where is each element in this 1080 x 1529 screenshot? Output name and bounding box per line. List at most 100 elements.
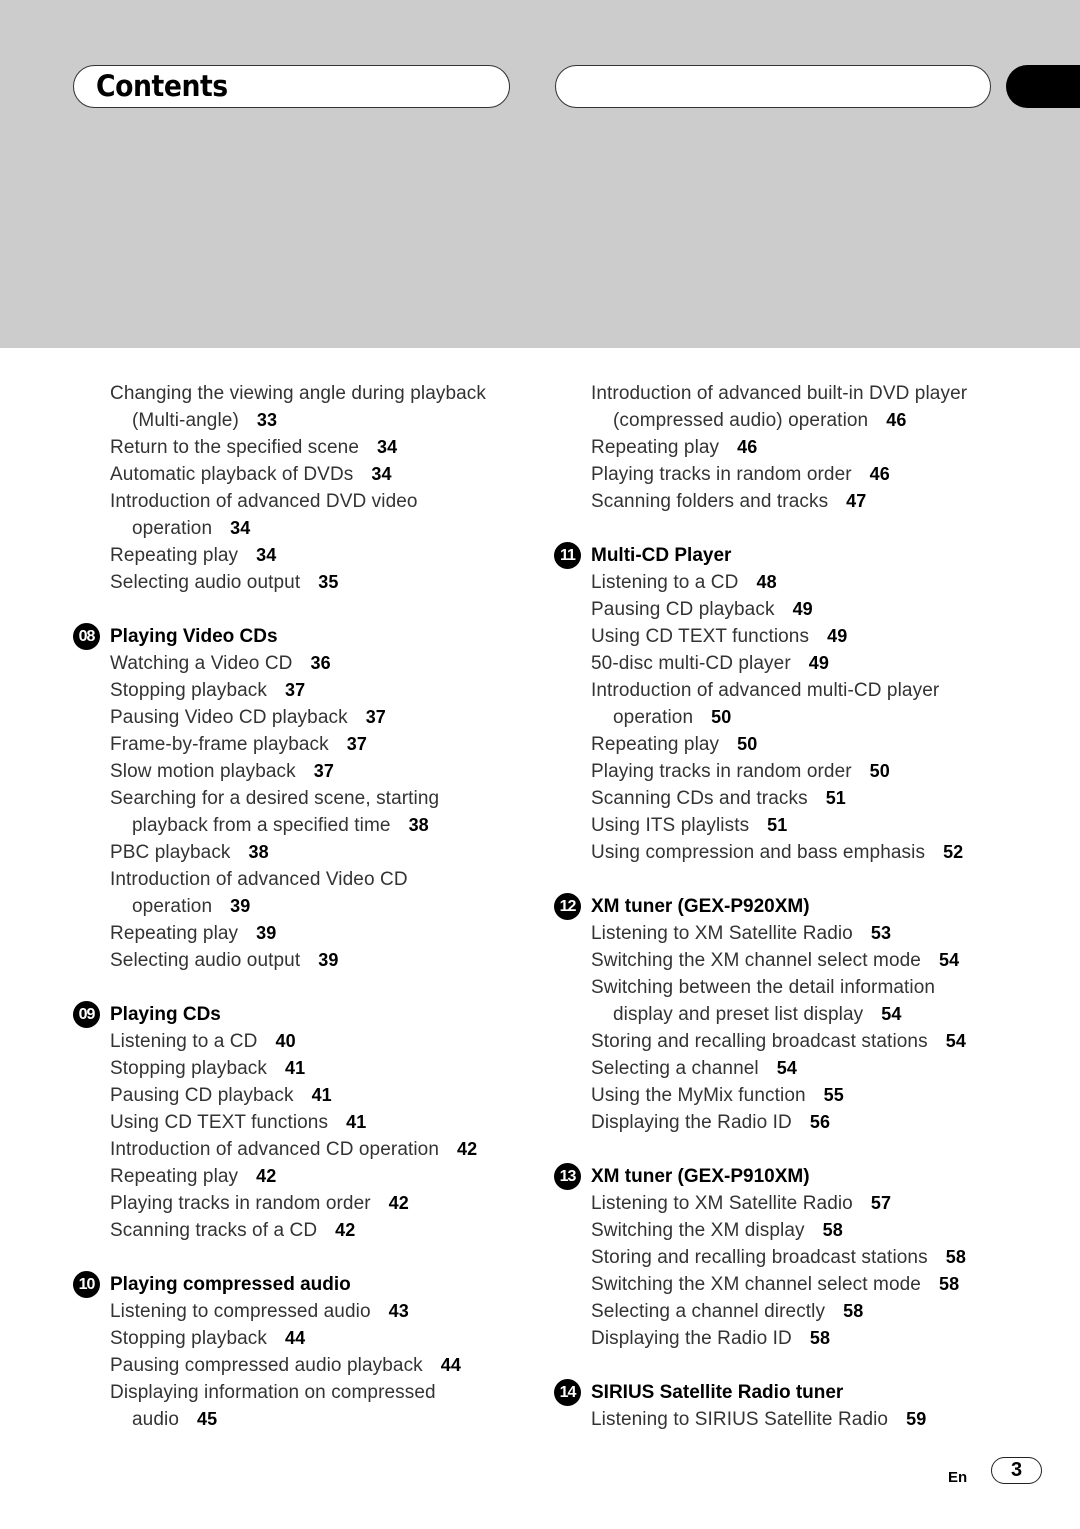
toc-entry[interactable]: Slow motion playback 37 bbox=[110, 758, 533, 785]
toc-entry[interactable]: Playing tracks in random order 50 bbox=[591, 758, 1034, 785]
toc-entry[interactable]: Repeating play 42 bbox=[110, 1163, 533, 1190]
toc-entry[interactable]: Watching a Video CD 36 bbox=[110, 650, 533, 677]
toc-page-number: 39 bbox=[230, 896, 251, 916]
toc-entry[interactable]: Introduction of advanced CD operation 42 bbox=[110, 1136, 533, 1163]
toc-entry[interactable]: Introduction of advanced DVD video operat… bbox=[110, 488, 533, 542]
toc-page-number: 54 bbox=[776, 1058, 797, 1078]
toc-entry-line: Introduction of advanced DVD video bbox=[110, 488, 533, 515]
toc-entry[interactable]: Repeating play 34 bbox=[110, 542, 533, 569]
toc-entry[interactable]: Stopping playback 44 bbox=[110, 1325, 533, 1352]
title-pill: Contents bbox=[73, 65, 510, 108]
toc-entry[interactable]: Listening to a CD 40 bbox=[110, 1028, 533, 1055]
toc-page-number: 41 bbox=[284, 1058, 306, 1078]
toc-entry[interactable]: Repeating play 39 bbox=[110, 920, 533, 947]
toc-entry[interactable]: Listening to a CD 48 bbox=[591, 569, 1034, 596]
toc-entry[interactable]: Listening to SIRIUS Satellite Radio 59 bbox=[591, 1406, 1034, 1433]
toc-entry-line: Using CD TEXT functions 49 bbox=[591, 623, 1034, 650]
toc-entry-line: Using compression and bass emphasis 52 bbox=[591, 839, 1034, 866]
toc-entry[interactable]: Displaying the Radio ID 58 bbox=[591, 1325, 1034, 1352]
toc-entry[interactable]: Automatic playback of DVDs 34 bbox=[110, 461, 533, 488]
toc-entry-line: Selecting a channel 54 bbox=[591, 1055, 1034, 1082]
toc-entry[interactable]: Displaying the Radio ID 56 bbox=[591, 1109, 1034, 1136]
toc-entry[interactable]: Using CD TEXT functions 41 bbox=[110, 1109, 533, 1136]
toc-page-number: 34 bbox=[377, 437, 398, 457]
toc-entry[interactable]: Stopping playback 37 bbox=[110, 677, 533, 704]
section-tab-marker bbox=[1006, 65, 1080, 108]
toc-page-number: 44 bbox=[284, 1328, 306, 1348]
toc-entry[interactable]: Introduction of advanced built-in DVD pl… bbox=[591, 380, 1034, 434]
toc-entry[interactable]: Displaying information on compressed audi… bbox=[110, 1379, 533, 1433]
toc-page-number: 39 bbox=[318, 950, 339, 970]
toc-entry-line: Scanning folders and tracks 47 bbox=[591, 488, 1034, 515]
toc-entry-text: 50-disc multi-CD player bbox=[591, 653, 791, 674]
toc-entry[interactable]: Repeating play 46 bbox=[591, 434, 1034, 461]
toc-entry-line: Repeating play 39 bbox=[110, 920, 533, 947]
section-heading[interactable]: 13 XM tuner (GEX-P910XM) bbox=[554, 1163, 1034, 1190]
toc-entry[interactable]: Frame-by-frame playback 37 bbox=[110, 731, 533, 758]
toc-entry[interactable]: Storing and recalling broadcast stations… bbox=[591, 1244, 1034, 1271]
section-heading[interactable]: 10 Playing compressed audio bbox=[73, 1271, 533, 1298]
toc-entry[interactable]: Stopping playback 41 bbox=[110, 1055, 533, 1082]
toc-entry-text: Selecting audio output bbox=[110, 950, 301, 971]
toc-entry[interactable]: Switching the XM display 58 bbox=[591, 1217, 1034, 1244]
toc-entry-line: Selecting audio output 35 bbox=[110, 569, 533, 596]
toc-entry-text: Changing the viewing angle during playba… bbox=[110, 383, 487, 404]
toc-entry[interactable]: Selecting a channel 54 bbox=[591, 1055, 1034, 1082]
toc-entry[interactable]: Scanning CDs and tracks 51 bbox=[591, 785, 1034, 812]
toc-entry-text: Storing and recalling broadcast stations bbox=[591, 1247, 928, 1268]
toc-page-number: 49 bbox=[792, 599, 813, 619]
toc-entry[interactable]: Pausing CD playback 49 bbox=[591, 596, 1034, 623]
toc-entry[interactable]: Listening to compressed audio 43 bbox=[110, 1298, 533, 1325]
toc-entry[interactable]: Changing the viewing angle during playba… bbox=[110, 380, 533, 434]
toc-entry-line: Using ITS playlists 51 bbox=[591, 812, 1034, 839]
toc-entry[interactable]: Using the MyMix function 55 bbox=[591, 1082, 1034, 1109]
toc-entry[interactable]: Pausing Video CD playback 37 bbox=[110, 704, 533, 731]
toc-entry[interactable]: Introduction of advanced Video CD operati… bbox=[110, 866, 533, 920]
toc-entry-line: playback from a specified time 38 bbox=[110, 812, 533, 839]
section-heading[interactable]: 14 SIRIUS Satellite Radio tuner bbox=[554, 1379, 1034, 1406]
toc-entry[interactable]: Using compression and bass emphasis 52 bbox=[591, 839, 1034, 866]
toc-section: 10 Playing compressed audio Listening to c… bbox=[73, 1271, 533, 1433]
section-heading[interactable]: 08 Playing Video CDs bbox=[73, 623, 533, 650]
toc-entry[interactable]: Playing tracks in random order 42 bbox=[110, 1190, 533, 1217]
section-heading[interactable]: 09 Playing CDs bbox=[73, 1001, 533, 1028]
toc-entry[interactable]: Switching between the detail information… bbox=[591, 974, 1034, 1028]
toc-section: 14 SIRIUS Satellite Radio tuner Listening … bbox=[554, 1379, 1034, 1433]
toc-entry[interactable]: Pausing compressed audio playback 44 bbox=[110, 1352, 533, 1379]
toc-entry[interactable]: Using ITS playlists 51 bbox=[591, 812, 1034, 839]
toc-entry-line: operation 34 bbox=[110, 515, 533, 542]
toc-entry[interactable]: Repeating play 50 bbox=[591, 731, 1034, 758]
toc-entry[interactable]: Return to the specified scene 34 bbox=[110, 434, 533, 461]
toc-entry[interactable]: Pausing CD playback 41 bbox=[110, 1082, 533, 1109]
toc-page-number: 58 bbox=[822, 1220, 843, 1240]
toc-entry[interactable]: Listening to XM Satellite Radio 53 bbox=[591, 920, 1034, 947]
toc-entry[interactable]: 50-disc multi-CD player 49 bbox=[591, 650, 1034, 677]
toc-entry[interactable]: Switching the XM channel select mode 58 bbox=[591, 1271, 1034, 1298]
toc-entry[interactable]: Switching the XM channel select mode 54 bbox=[591, 947, 1034, 974]
toc-entry[interactable]: Storing and recalling broadcast stations… bbox=[591, 1028, 1034, 1055]
toc-entry[interactable]: Playing tracks in random order 46 bbox=[591, 461, 1034, 488]
toc-entry-line: Selecting a channel directly 58 bbox=[591, 1298, 1034, 1325]
toc-entry-text: Repeating play bbox=[591, 437, 720, 458]
toc-entry[interactable]: Selecting audio output 39 bbox=[110, 947, 533, 974]
toc-entry[interactable]: Scanning tracks of a CD 42 bbox=[110, 1217, 533, 1244]
toc-entry[interactable]: Using CD TEXT functions 49 bbox=[591, 623, 1034, 650]
toc-entry[interactable]: Selecting audio output 35 bbox=[110, 569, 533, 596]
section-heading[interactable]: 11 Multi-CD Player bbox=[554, 542, 1034, 569]
toc-page-number: 50 bbox=[711, 707, 732, 727]
toc-entry[interactable]: Selecting a channel directly 58 bbox=[591, 1298, 1034, 1325]
toc-entry[interactable]: Scanning folders and tracks 47 bbox=[591, 488, 1034, 515]
toc-page-number: 58 bbox=[938, 1274, 960, 1294]
toc-entry-text: display and preset list display bbox=[613, 1004, 864, 1025]
chapter-number-badge: 14 bbox=[554, 1379, 581, 1406]
toc-entry[interactable]: Listening to XM Satellite Radio 57 bbox=[591, 1190, 1034, 1217]
toc-page-number: 37 bbox=[346, 734, 367, 754]
toc-entry[interactable]: PBC playback 38 bbox=[110, 839, 533, 866]
toc-page-number: 38 bbox=[408, 815, 429, 835]
chapter-number-badge: 08 bbox=[73, 623, 100, 650]
toc-entry[interactable]: Introduction of advanced multi-CD player… bbox=[591, 677, 1034, 731]
toc-entry[interactable]: Searching for a desired scene, starting p… bbox=[110, 785, 533, 839]
toc-entry-line: Using the MyMix function 55 bbox=[591, 1082, 1034, 1109]
toc-entry-text: (Multi-angle) bbox=[132, 410, 239, 431]
section-heading[interactable]: 12 XM tuner (GEX-P920XM) bbox=[554, 893, 1034, 920]
